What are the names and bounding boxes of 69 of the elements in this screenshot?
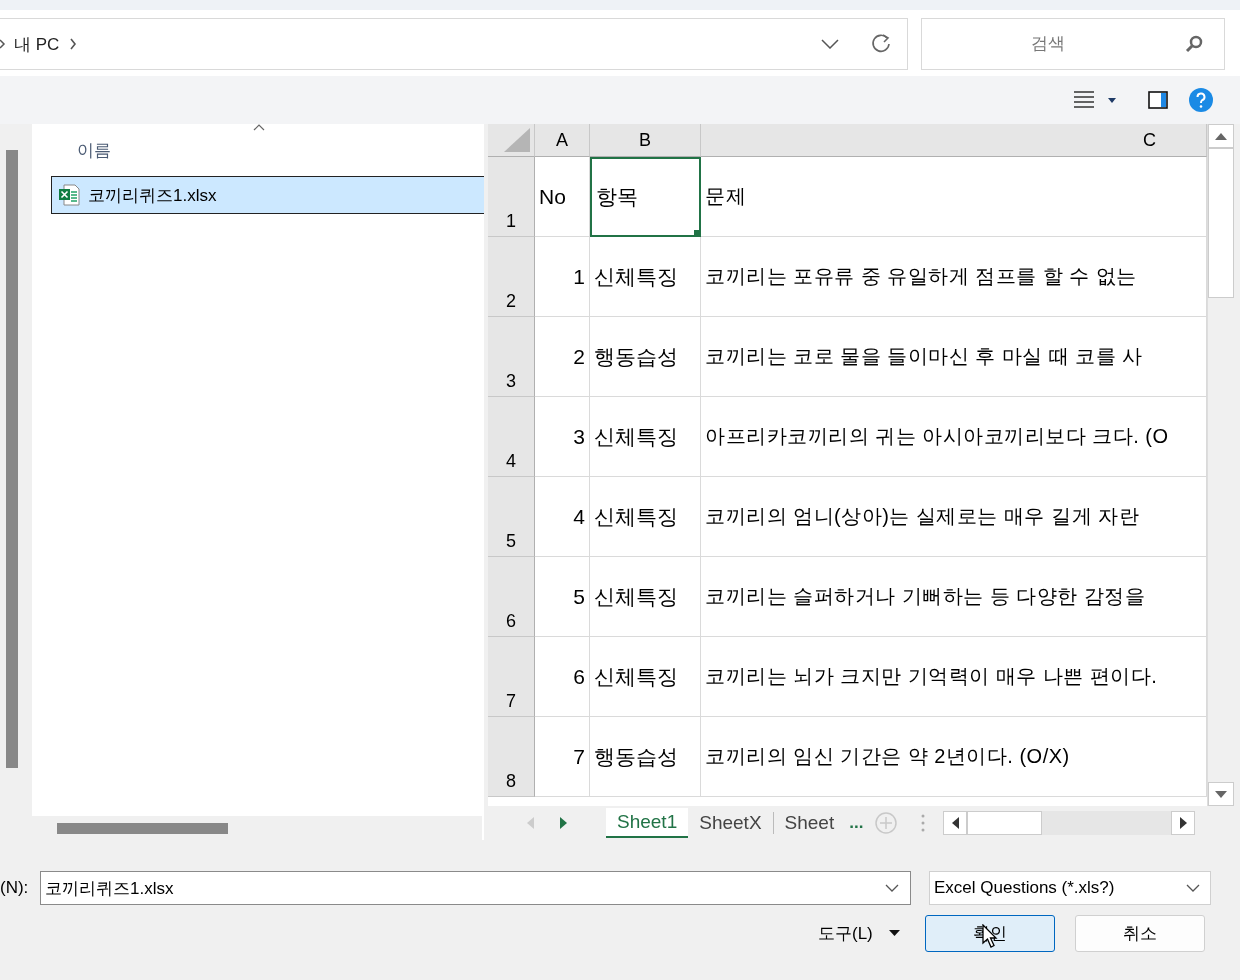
sheet-tab[interactable]: SheetX bbox=[688, 808, 773, 838]
table-cell[interactable]: 신체특징 bbox=[590, 397, 701, 477]
table-cell[interactable]: 5 bbox=[535, 557, 590, 637]
row-header[interactable]: 4 bbox=[488, 397, 535, 477]
tools-button[interactable]: 도구(L) bbox=[818, 921, 900, 945]
caret-down-icon[interactable] bbox=[1108, 97, 1116, 103]
row-header[interactable]: 5 bbox=[488, 477, 535, 557]
spreadsheet-file-icon bbox=[58, 184, 80, 206]
table-cell[interactable]: 2 bbox=[535, 317, 590, 397]
cancel-button[interactable]: 취소 bbox=[1074, 914, 1205, 952]
preview-pane-icon[interactable] bbox=[1148, 91, 1168, 109]
breadcrumb-item[interactable]: 내 PC bbox=[14, 32, 60, 56]
file-list[interactable]: 이름 코끼리퀴즈1.xlsx bbox=[32, 124, 484, 840]
table-cell[interactable]: No bbox=[535, 157, 590, 237]
row-header[interactable]: 3 bbox=[488, 317, 535, 397]
sheet-tab[interactable]: Sheet1 bbox=[606, 808, 689, 838]
table-cell[interactable]: 신체특징 bbox=[590, 477, 701, 557]
column-header[interactable]: C bbox=[701, 124, 1207, 157]
table-cell[interactable]: 항목 bbox=[590, 157, 701, 237]
scrollbar-thumb[interactable] bbox=[1208, 148, 1234, 298]
field-label: (N): bbox=[0, 878, 30, 898]
caret-right-icon[interactable] bbox=[560, 817, 567, 829]
scroll-down-button[interactable] bbox=[1208, 782, 1234, 806]
table-cell[interactable]: 7 bbox=[535, 717, 590, 797]
search-field[interactable]: 검색 bbox=[921, 18, 1225, 70]
column-header[interactable]: A bbox=[535, 124, 590, 157]
table-cell[interactable]: 1 bbox=[535, 237, 590, 317]
help-icon[interactable] bbox=[1188, 87, 1214, 113]
chevron-right-icon[interactable] bbox=[69, 38, 78, 50]
scroll-up-button[interactable] bbox=[1208, 124, 1234, 148]
caret-down-icon bbox=[1215, 790, 1227, 798]
caret-left-icon bbox=[951, 817, 959, 829]
file-item[interactable]: 코끼리퀴즈1.xlsx bbox=[51, 176, 484, 214]
column-header[interactable]: 이름 bbox=[77, 138, 111, 162]
caret-up-icon bbox=[1215, 132, 1227, 140]
sort-caret-icon bbox=[253, 124, 265, 131]
chevron-down-icon[interactable] bbox=[821, 39, 839, 49]
scrollbar-thumb[interactable] bbox=[967, 811, 1043, 835]
chevron-down-icon bbox=[1186, 884, 1200, 892]
file-name-field[interactable]: 코끼리퀴즈1.xlsx bbox=[40, 871, 911, 905]
refresh-icon[interactable] bbox=[871, 34, 891, 54]
caret-right-icon bbox=[1179, 817, 1187, 829]
chevron-down-icon[interactable] bbox=[885, 884, 899, 892]
scrollbar-thumb[interactable] bbox=[6, 150, 18, 768]
scroll-left-button[interactable] bbox=[943, 811, 968, 835]
row-header[interactable]: 6 bbox=[488, 557, 535, 637]
row-header[interactable]: 2 bbox=[488, 237, 535, 317]
table-cell[interactable]: 행동습성 bbox=[590, 317, 701, 397]
table-cell[interactable]: 6 bbox=[535, 637, 590, 717]
search-icon bbox=[1185, 35, 1203, 53]
table-cell[interactable]: 3 bbox=[535, 397, 590, 477]
table-cell[interactable]: 4 bbox=[535, 477, 590, 557]
caret-down-icon bbox=[888, 930, 900, 936]
scroll-right-button[interactable] bbox=[1171, 811, 1196, 835]
chevron-right-icon bbox=[0, 39, 6, 49]
table-cell[interactable]: 행동습성 bbox=[590, 717, 701, 797]
table-cell[interactable]: 신체특징 bbox=[590, 557, 701, 637]
more-sheets-button[interactable]: ... bbox=[845, 813, 868, 833]
scrollbar-thumb[interactable] bbox=[57, 822, 228, 834]
drag-handle-icon[interactable] bbox=[921, 814, 926, 832]
table-cell[interactable]: 신체특징 bbox=[590, 237, 701, 317]
column-header[interactable]: B bbox=[590, 124, 701, 157]
table-cell[interactable]: 신체특징 bbox=[590, 637, 701, 717]
row-header[interactable]: 1 bbox=[488, 157, 535, 237]
sheet-tab[interactable]: Sheet bbox=[773, 808, 846, 838]
row-header[interactable]: 8 bbox=[488, 717, 535, 797]
row-header[interactable]: 7 bbox=[488, 637, 535, 717]
list-view-icon[interactable] bbox=[1074, 91, 1094, 109]
file-type-dropdown[interactable]: Excel Questions (*.xls?) bbox=[929, 871, 1211, 905]
